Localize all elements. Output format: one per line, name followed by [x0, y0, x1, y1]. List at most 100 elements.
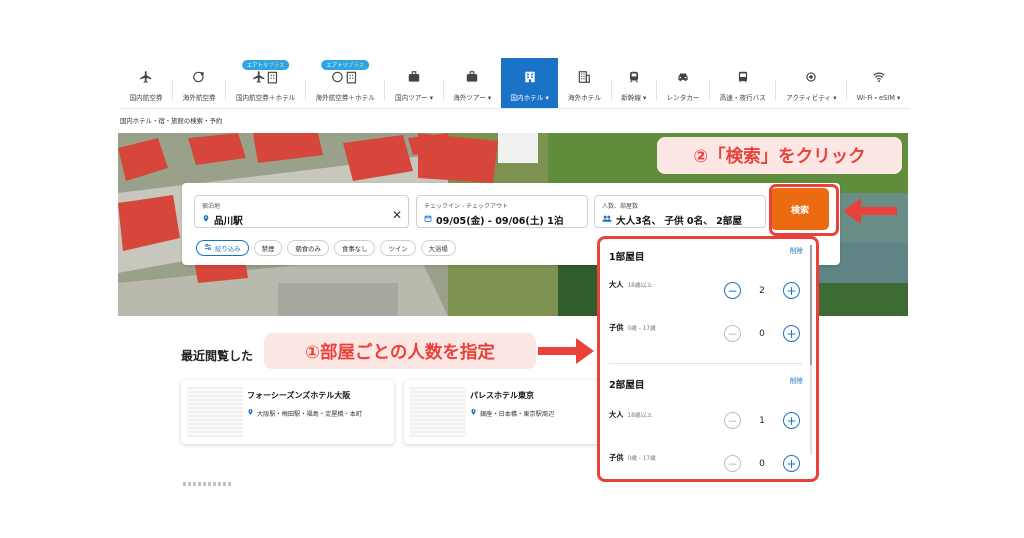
- room-1-child-stepper: − 0 +: [724, 325, 800, 342]
- plus-icon[interactable]: +: [783, 455, 800, 472]
- plane-icon: [139, 66, 153, 88]
- nav-international-flights[interactable]: 海外航空券: [173, 58, 225, 108]
- arrow-left-icon: [843, 198, 897, 224]
- sliders-icon: [204, 243, 212, 253]
- globe-plane-icon: [192, 66, 206, 88]
- child-count: 0: [759, 458, 765, 469]
- chip-non-smoking[interactable]: 禁煙: [253, 240, 283, 256]
- adult-count: 1: [759, 415, 765, 426]
- location-pin-icon: [202, 214, 210, 226]
- chip-breakfast-only[interactable]: 朝食のみ: [287, 240, 329, 256]
- hotel-location: 大阪駅・梅田駅・福島・淀屋橋・本町: [257, 410, 363, 418]
- section-heading-cutoff: [183, 482, 233, 486]
- recent-hotel-card[interactable]: フォーシーズンズホテル大阪 大阪駅・梅田駅・福島・淀屋橋・本町: [181, 380, 394, 444]
- adult-age-note: 18歳以上: [627, 283, 653, 289]
- nav-domestic-flight-hotel[interactable]: エアトリプラス 国内航空券＋ホテル: [226, 58, 305, 108]
- room-2-adult-row: 大人 18歳以上: [609, 410, 652, 420]
- nav-label: 高速・夜行バス: [719, 94, 766, 102]
- child-age-note: 0歳 - 17歳: [627, 326, 656, 332]
- scrollbar-thumb[interactable]: [810, 245, 812, 365]
- nav-label: 国内ホテル ▾: [510, 94, 549, 102]
- date-field[interactable]: チェックイン - チェックアウト 09/05(金) - 09/06(土) 1泊: [416, 195, 588, 228]
- nav-label: Wi-Fi・eSIM ▾: [856, 94, 901, 102]
- nav-domestic-hotels[interactable]: 国内ホテル ▾: [500, 58, 559, 108]
- airtrip-plus-badge: エアトリプラス: [321, 60, 369, 70]
- location-pin-icon: [247, 408, 254, 418]
- nav-domestic-flights[interactable]: 国内航空券: [120, 58, 172, 108]
- bus-icon: [736, 66, 750, 88]
- room-1-adult-row: 大人 18歳以上: [609, 280, 652, 290]
- airtrip-plus-badge: エアトリプラス: [241, 60, 290, 70]
- chip-label: 絞り込み: [215, 244, 241, 253]
- nav-label: レンタカー: [666, 94, 700, 102]
- hotel-name: フォーシーズンズホテル大阪: [247, 391, 351, 400]
- minus-icon[interactable]: −: [724, 282, 741, 299]
- date-value: 09/05(金) - 09/06(土) 1泊: [436, 216, 564, 227]
- minus-icon[interactable]: −: [724, 455, 741, 472]
- nav-international-hotels[interactable]: 海外ホテル: [558, 58, 610, 108]
- hotel-location: 銀座・日本橋・東京駅周辺: [480, 410, 555, 418]
- date-label: チェックイン - チェックアウト: [424, 203, 508, 210]
- room-1-title: 1部屋目: [609, 252, 645, 263]
- arrow-right-icon: [538, 338, 594, 364]
- annotation-step-2: ②「検索」をクリック: [657, 137, 902, 174]
- guests-value: 大人3名、 子供 0名、 2部屋: [616, 216, 742, 227]
- building-icon: [577, 66, 591, 88]
- nav-wifi-esim[interactable]: Wi-Fi・eSIM ▾: [847, 58, 910, 108]
- plus-icon[interactable]: +: [783, 412, 800, 429]
- room-2-delete[interactable]: 削除: [790, 375, 803, 385]
- nav-international-flight-hotel[interactable]: エアトリプラス 海外航空券＋ホテル: [306, 58, 385, 108]
- nav-shinkansen[interactable]: 新幹線 ▾: [612, 58, 656, 108]
- nav-label: 国内ツアー ▾: [395, 94, 434, 102]
- recent-hotel-card[interactable]: パレスホテル東京 銀座・日本橋・東京駅周辺: [404, 380, 617, 444]
- destination-label: 宿泊地: [202, 203, 221, 210]
- chip-large-bath[interactable]: 大浴場: [420, 240, 456, 256]
- room-guest-dropdown: 1部屋目 削除 大人 18歳以上 − 2 + 子供 0歳 - 17歳 − 0 + 2…: [597, 236, 819, 482]
- annotation-step-1: ①部屋ごとの人数を指定: [264, 333, 536, 369]
- chip-no-meals[interactable]: 食事なし: [333, 240, 376, 256]
- room-2-child-stepper: − 0 +: [724, 455, 800, 472]
- nav-domestic-tours[interactable]: 国内ツアー ▾: [385, 58, 442, 108]
- room-1-adult-stepper: − 2 +: [724, 282, 800, 299]
- minus-icon[interactable]: −: [724, 325, 741, 342]
- adult-age-note: 18歳以上: [627, 413, 653, 419]
- nav-label: アクティビティ ▾: [786, 94, 837, 102]
- adult-label: 大人: [609, 410, 624, 419]
- activity-icon: [804, 66, 818, 88]
- nav-label: 海外ホテル: [567, 94, 601, 102]
- location-pin-icon: [470, 408, 477, 418]
- nav-rental-car[interactable]: レンタカー: [657, 58, 709, 108]
- wifi-icon: [872, 66, 886, 88]
- suitcase-icon: [465, 66, 479, 88]
- people-icon: [602, 214, 612, 226]
- plus-icon[interactable]: +: [783, 282, 800, 299]
- hotel-icon: [523, 66, 537, 88]
- calendar-icon: [424, 214, 432, 226]
- nav-international-tours[interactable]: 海外ツアー ▾: [444, 58, 501, 108]
- room-2-child-row: 子供 0歳 - 17歳: [609, 453, 656, 463]
- hotel-name: パレスホテル東京: [470, 391, 534, 400]
- recent-views-title: 最近閲覧した: [181, 349, 254, 363]
- room-1-child-row: 子供 0歳 - 17歳: [609, 323, 656, 333]
- nav-highway-bus[interactable]: 高速・夜行バス: [710, 58, 775, 108]
- room-2-adult-stepper: − 1 +: [724, 412, 800, 429]
- room-1-delete[interactable]: 削除: [790, 245, 803, 255]
- nav-label: 国内航空券: [129, 94, 163, 102]
- car-icon: [676, 66, 690, 88]
- guests-label: 人数、部屋数: [602, 203, 639, 210]
- destination-field[interactable]: 宿泊地 品川駅 ✕: [194, 195, 409, 228]
- child-label: 子供: [609, 323, 624, 332]
- room-divider: [609, 363, 802, 364]
- guests-field[interactable]: 人数、部屋数 大人3名、 子供 0名、 2部屋: [594, 195, 766, 228]
- plus-icon[interactable]: +: [783, 325, 800, 342]
- filter-chips: 絞り込み 禁煙 朝食のみ 食事なし ツイン 大浴場: [196, 240, 456, 256]
- filter-chip[interactable]: 絞り込み: [196, 240, 249, 256]
- destination-value: 品川駅: [214, 216, 243, 227]
- nav-activities[interactable]: アクティビティ ▾: [776, 58, 846, 108]
- clear-destination-icon[interactable]: ✕: [392, 208, 402, 222]
- hotel-thumbnail: [187, 387, 243, 437]
- chip-twin[interactable]: ツイン: [380, 240, 416, 256]
- minus-icon[interactable]: −: [724, 412, 741, 429]
- child-age-note: 0歳 - 17歳: [627, 456, 656, 462]
- nav-label: 国内航空券＋ホテル: [235, 94, 296, 102]
